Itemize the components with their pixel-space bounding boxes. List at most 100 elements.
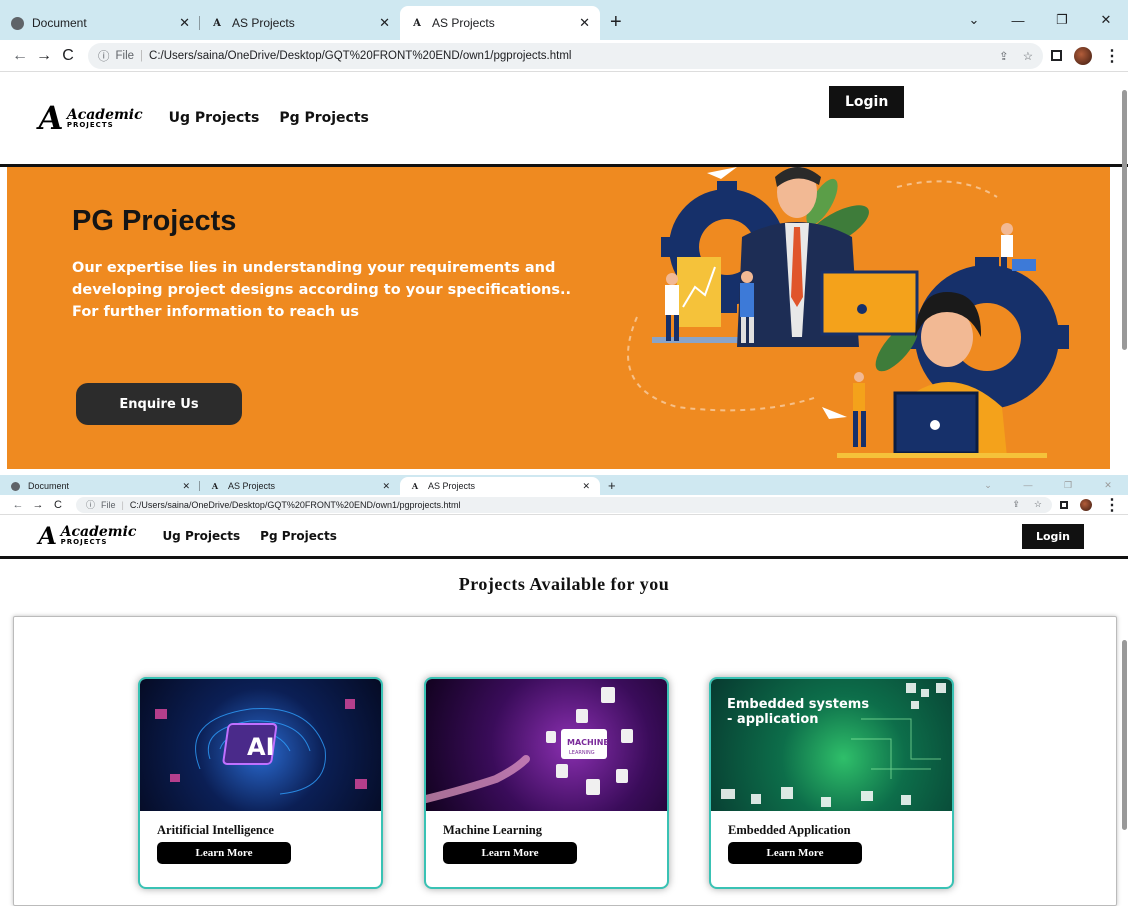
academic-projects-logo[interactable]: A Academic PROJECTS — [36, 521, 136, 550]
embedded-image: Embedded systems - application — [711, 679, 952, 811]
window-controls: ⌄ — ❐ ✕ — [952, 0, 1128, 40]
tab-label: Document — [28, 481, 70, 491]
card-title: Machine Learning — [443, 823, 542, 837]
forward-icon[interactable]: → — [28, 499, 48, 511]
site-favicon-icon: A — [213, 17, 221, 29]
tab-label: AS Projects — [428, 481, 476, 491]
card-title: Aritificial Intelligence — [157, 823, 274, 837]
side-panel-icon[interactable] — [1051, 50, 1062, 61]
site-header: A Academic PROJECTS Ug Projects Pg Proje… — [0, 72, 1128, 167]
academic-projects-logo[interactable]: A Academic PROJECTS — [35, 99, 142, 137]
restore-icon[interactable]: ❐ — [1040, 12, 1084, 28]
reload-icon[interactable]: C — [48, 499, 68, 511]
svg-text:MACHINE: MACHINE — [567, 738, 609, 747]
reload-icon[interactable]: C — [56, 47, 80, 65]
business-team-illustration — [627, 167, 1069, 458]
minimize-icon[interactable]: — — [1008, 480, 1048, 490]
back-icon[interactable]: ← — [8, 47, 32, 65]
close-tab-icon[interactable]: ✕ — [179, 15, 190, 31]
info-icon[interactable]: ⓘ — [98, 48, 110, 64]
nav-pg-projects[interactable]: Pg Projects — [260, 529, 337, 543]
tab-search-icon[interactable]: ⌄ — [968, 480, 1008, 491]
address-input[interactable]: ⓘ File | C:/Users/saina/OneDrive/Desktop… — [88, 42, 1043, 69]
address-bar-row: ← → C ⓘ File | C:/Users/saina/OneDrive/D… — [0, 40, 1128, 72]
learn-more-button[interactable]: Learn More — [157, 842, 291, 864]
tab-as-projects-active[interactable]: A AS Projects ✕ — [400, 6, 600, 40]
forward-icon[interactable]: → — [32, 47, 56, 65]
menu-kebab-icon[interactable]: ⋮ — [1104, 495, 1120, 515]
close-tab-icon[interactable]: ✕ — [579, 15, 590, 31]
login-button[interactable]: Login — [829, 86, 905, 118]
ai-chip-label: AI — [247, 733, 275, 761]
back-icon[interactable]: ← — [8, 499, 28, 511]
browser-tabbar-2: Document ✕ A AS Projects ✕ A AS Projects… — [0, 475, 1128, 495]
site-favicon-icon: A — [411, 481, 419, 491]
project-card-ml[interactable]: MACHINE LEARNING Machine Learning Learn … — [424, 677, 669, 889]
menu-kebab-icon[interactable]: ⋮ — [1104, 46, 1120, 66]
site-favicon-icon: A — [211, 481, 219, 491]
enquire-button[interactable]: Enquire Us — [76, 383, 242, 425]
profile-avatar[interactable] — [1074, 46, 1092, 65]
project-card-ai[interactable]: AI Aritificial Intelligence Learn More — [138, 677, 383, 889]
login-button[interactable]: Login — [1021, 524, 1084, 549]
close-tab-icon[interactable]: ✕ — [182, 481, 190, 492]
url-text: C:/Users/saina/OneDrive/Desktop/GQT%20FR… — [149, 49, 572, 62]
tab-document[interactable]: Document ✕ — [0, 6, 200, 40]
tab-label: Document — [32, 16, 87, 30]
share-icon[interactable]: ⇪ — [999, 49, 1009, 63]
address-input[interactable]: ⓘ File | C:/Users/saina/OneDrive/Desktop… — [76, 496, 1052, 513]
scrollbar-thumb[interactable] — [1122, 90, 1127, 350]
embedded-image-text-1: Embedded systems — [727, 697, 870, 712]
tab-label: AS Projects — [232, 16, 295, 30]
new-tab-button[interactable]: + — [600, 478, 624, 495]
tab-label: AS Projects — [228, 481, 276, 491]
learn-more-button[interactable]: Learn More — [728, 842, 862, 864]
hero-banner: PG Projects Our expertise lies in unders… — [7, 167, 1110, 469]
embedded-image-text-2: - application — [727, 712, 819, 727]
ml-image: MACHINE LEARNING — [426, 679, 667, 811]
tab-document[interactable]: Document ✕ — [0, 477, 200, 495]
tab-as-projects-active[interactable]: A AS Projects ✕ — [400, 477, 600, 495]
side-panel-icon[interactable] — [1060, 500, 1068, 509]
projects-heading: Projects Available for you — [458, 574, 670, 594]
minimize-icon[interactable]: — — [996, 13, 1040, 28]
new-tab-button[interactable]: + — [600, 11, 632, 40]
browser-tabbar: Document ✕ A AS Projects ✕ A AS Projects… — [0, 0, 1128, 40]
card-title: Embedded Application — [728, 823, 851, 837]
learn-more-button[interactable]: Learn More — [443, 842, 577, 864]
scrollbar-thumb-2[interactable] — [1122, 640, 1127, 830]
bookmark-star-icon[interactable]: ☆ — [1023, 49, 1033, 63]
close-tab-icon[interactable]: ✕ — [382, 481, 390, 492]
close-window-icon[interactable]: ✕ — [1088, 480, 1128, 491]
globe-icon — [10, 16, 24, 30]
hero-description: Our expertise lies in understanding your… — [72, 260, 572, 320]
profile-avatar[interactable] — [1080, 498, 1092, 511]
close-tab-icon[interactable]: ✕ — [379, 15, 390, 31]
file-scheme-label: File — [115, 49, 135, 62]
site-header-2: A Academic PROJECTS Ug Projects Pg Proje… — [0, 515, 1128, 559]
ai-image: AI — [140, 679, 381, 811]
file-scheme-label: File — [101, 499, 116, 510]
tab-as-projects[interactable]: A AS Projects ✕ — [200, 477, 400, 495]
url-text: C:/Users/saina/OneDrive/Desktop/GQT%20FR… — [129, 499, 461, 510]
site-favicon-icon: A — [413, 17, 421, 29]
nav-ug-projects[interactable]: Ug Projects — [162, 529, 240, 543]
tab-label: AS Projects — [432, 16, 495, 30]
close-tab-icon[interactable]: ✕ — [582, 481, 590, 492]
nav-pg-projects[interactable]: Pg Projects — [279, 110, 369, 126]
hero-title: PG Projects — [72, 205, 237, 237]
globe-icon — [10, 481, 20, 491]
project-card-embedded[interactable]: Embedded systems - application Embedded … — [709, 677, 954, 889]
info-icon[interactable]: ⓘ — [86, 498, 95, 511]
address-bar-row-2: ← → C ⓘ File | C:/Users/saina/OneDrive/D… — [0, 495, 1128, 515]
close-window-icon[interactable]: ✕ — [1084, 12, 1128, 28]
tab-as-projects[interactable]: A AS Projects ✕ — [200, 6, 400, 40]
window-controls: ⌄ — ❐ ✕ — [968, 475, 1128, 495]
projects-panel: AI Aritificial Intelligence Learn More M… — [13, 616, 1117, 906]
restore-icon[interactable]: ❐ — [1048, 480, 1088, 491]
tab-search-icon[interactable]: ⌄ — [952, 12, 996, 28]
share-icon[interactable]: ⇪ — [1012, 499, 1020, 510]
svg-text:LEARNING: LEARNING — [569, 750, 595, 756]
bookmark-star-icon[interactable]: ☆ — [1034, 499, 1042, 510]
nav-ug-projects[interactable]: Ug Projects — [169, 110, 260, 126]
